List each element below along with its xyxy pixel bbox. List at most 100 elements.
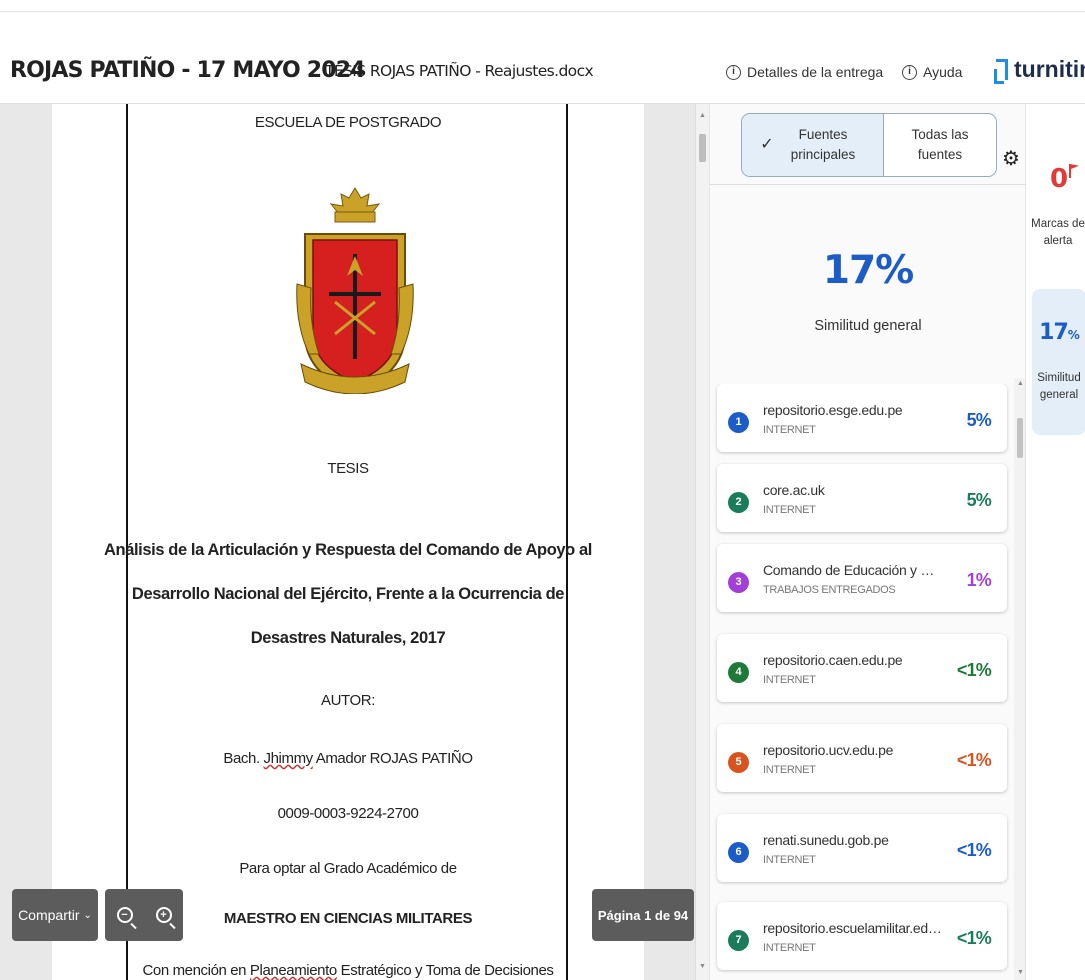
- panel-divider: [710, 184, 1026, 185]
- author-first-name: Jhimmy: [263, 750, 314, 767]
- scrollbar-thumb[interactable]: [699, 134, 706, 162]
- chevron-down-icon: ⌄: [83, 909, 92, 921]
- help-link[interactable]: i Ayuda: [902, 64, 962, 80]
- submission-title: ROJAS PATIÑO - 17 MAYO 2024: [10, 58, 366, 83]
- sources-panel: ✓ Fuentes principales Todas las fuentes …: [709, 104, 1026, 980]
- zoom-controls: − +: [105, 889, 183, 941]
- rail-similarity-value: 17%: [1032, 320, 1085, 345]
- source-percentage: <1%: [956, 840, 992, 860]
- overall-similarity-value: 17%: [822, 248, 914, 293]
- similarity-tab[interactable]: [1032, 289, 1085, 435]
- scroll-up-icon[interactable]: ▲: [699, 112, 706, 119]
- details-link[interactable]: i Detalles de la entrega: [726, 64, 883, 80]
- source-type: INTERNET: [763, 674, 816, 686]
- mention-rest: Estratégico y Toma de Decisiones: [340, 962, 554, 979]
- share-label: Compartir: [18, 907, 80, 923]
- orcid: 0009-0003-9224-2700: [277, 805, 419, 822]
- page-indicator[interactable]: Página 1 de 94: [592, 889, 694, 941]
- right-rail: 0 Marcas de alerta 17% Similitud general: [1025, 104, 1085, 980]
- flag-icon-pennant: [1070, 164, 1079, 170]
- source-filter-toggle: ✓ Fuentes principales Todas las fuentes: [741, 113, 997, 177]
- turnitin-logo: turnitin: [994, 56, 1085, 84]
- source-type: INTERNET: [763, 764, 816, 776]
- source-card[interactable]: 2 core.ac.uk INTERNET 5%: [717, 464, 1007, 532]
- share-button[interactable]: Compartir ⌄: [12, 889, 98, 941]
- rail-similarity-number: 17: [1039, 320, 1069, 345]
- info-icon: i: [902, 64, 917, 80]
- tab-primary-sources[interactable]: ✓ Fuentes principales: [742, 114, 883, 176]
- info-icon: i: [726, 64, 741, 80]
- source-type: INTERNET: [763, 504, 816, 516]
- source-type: INTERNET: [763, 424, 816, 436]
- source-number-badge: 4: [728, 662, 749, 683]
- rail-similarity-label: Similitud general: [1037, 372, 1081, 401]
- document-viewer[interactable]: ESCUELA DE POSTGRADO TESIS Análisis de l…: [0, 104, 695, 980]
- source-number-badge: 6: [728, 842, 749, 863]
- top-bar: [0, 0, 1085, 12]
- document-type: TESIS: [327, 460, 369, 477]
- author-prefix: Bach.: [223, 750, 260, 767]
- scroll-up-icon[interactable]: ▲: [1017, 380, 1024, 387]
- source-percentage: <1%: [956, 750, 992, 770]
- source-number-badge: 5: [728, 752, 749, 773]
- mention-line: Con mención en Planeamiento Estratégico …: [52, 962, 644, 979]
- author-name: Bach. Jhimmy Amador ROJAS PATIÑO: [52, 750, 644, 767]
- source-number-badge: 3: [728, 572, 749, 593]
- details-link-label: Detalles de la entrega: [747, 64, 884, 80]
- scroll-down-icon[interactable]: ▼: [1017, 969, 1024, 976]
- source-name: Comando de Educación y Doctrin...: [763, 562, 943, 578]
- source-card[interactable]: 6 renati.sunedu.gob.pe INTERNET <1%: [717, 814, 1007, 882]
- check-icon: ✓: [760, 136, 774, 153]
- mention-underlined: Planeamiento: [249, 962, 337, 979]
- help-link-label: Ayuda: [923, 64, 963, 80]
- alerts-count: 0: [1050, 164, 1069, 194]
- source-percentage: 5%: [966, 490, 992, 510]
- author-label: AUTOR:: [321, 692, 375, 709]
- source-card[interactable]: 5 repositorio.ucv.edu.pe INTERNET <1%: [717, 724, 1007, 792]
- source-type: INTERNET: [763, 854, 816, 866]
- source-name: repositorio.esge.edu.pe: [763, 402, 903, 418]
- crest-image: [296, 187, 414, 394]
- alerts-label: Marcas de alerta: [1031, 218, 1085, 247]
- source-card[interactable]: 1 repositorio.esge.edu.pe INTERNET 5%: [717, 384, 1007, 452]
- document-scrollbar[interactable]: ▲ ▼: [695, 104, 709, 980]
- turnitin-mark-icon: [994, 57, 1010, 84]
- source-type: INTERNET: [763, 942, 816, 954]
- file-name: TESIS ROJAS PATIÑO - Reajustes.docx: [325, 62, 594, 80]
- source-card[interactable]: 7 repositorio.escuelamilitar.edu.pe INTE…: [717, 902, 1007, 970]
- source-name: repositorio.ucv.edu.pe: [763, 742, 894, 758]
- source-percentage: <1%: [956, 660, 992, 680]
- thesis-title-line-2: Desarrollo Nacional del Ejército, Frente…: [131, 585, 565, 603]
- degree-intro: Para optar al Grado Académico de: [239, 860, 457, 877]
- source-card[interactable]: 3 Comando de Educación y Doctrin... TRAB…: [717, 544, 1007, 612]
- source-type: TRABAJOS ENTREGADOS: [763, 584, 896, 596]
- header: ROJAS PATIÑO - 17 MAYO 2024 TESIS ROJAS …: [0, 12, 1085, 104]
- school-name: ESCUELA DE POSTGRADO: [254, 114, 442, 131]
- tab-all-sources[interactable]: Todas las fuentes: [883, 114, 996, 176]
- source-list: 1 repositorio.esge.edu.pe INTERNET 5% 2 …: [710, 384, 1026, 980]
- source-number-badge: 2: [728, 492, 749, 513]
- source-name: repositorio.caen.edu.pe: [763, 652, 903, 668]
- source-number-badge: 1: [728, 412, 749, 433]
- document-page: ESCUELA DE POSTGRADO TESIS Análisis de l…: [52, 104, 644, 980]
- overall-similarity-label: Similitud general: [814, 318, 922, 334]
- scrollbar-thumb[interactable]: [1017, 418, 1023, 458]
- source-name: renati.sunedu.gob.pe: [763, 832, 889, 848]
- scroll-down-icon[interactable]: ▼: [699, 963, 706, 970]
- rail-similarity-unit: %: [1067, 328, 1080, 342]
- tab-all-label: Todas las fuentes: [911, 127, 969, 162]
- thesis-title-line-1: Análisis de la Articulación y Respuesta …: [104, 541, 592, 559]
- source-card[interactable]: 4 repositorio.caen.edu.pe INTERNET <1%: [717, 634, 1007, 702]
- source-name: core.ac.uk: [763, 482, 825, 498]
- zoom-in-icon[interactable]: +: [155, 907, 172, 923]
- mention-prefix: Con mención en: [142, 962, 247, 979]
- source-percentage: <1%: [956, 928, 992, 948]
- author-rest: Amador ROJAS PATIÑO: [315, 750, 473, 767]
- source-number-badge: 7: [728, 930, 749, 951]
- source-percentage: 5%: [966, 410, 992, 430]
- source-name: repositorio.escuelamilitar.edu.pe: [763, 920, 943, 936]
- zoom-out-icon[interactable]: −: [116, 907, 133, 923]
- gear-icon[interactable]: ⚙: [1002, 146, 1020, 171]
- brand-name: turnitin: [1014, 56, 1085, 82]
- source-percentage: 1%: [966, 570, 992, 590]
